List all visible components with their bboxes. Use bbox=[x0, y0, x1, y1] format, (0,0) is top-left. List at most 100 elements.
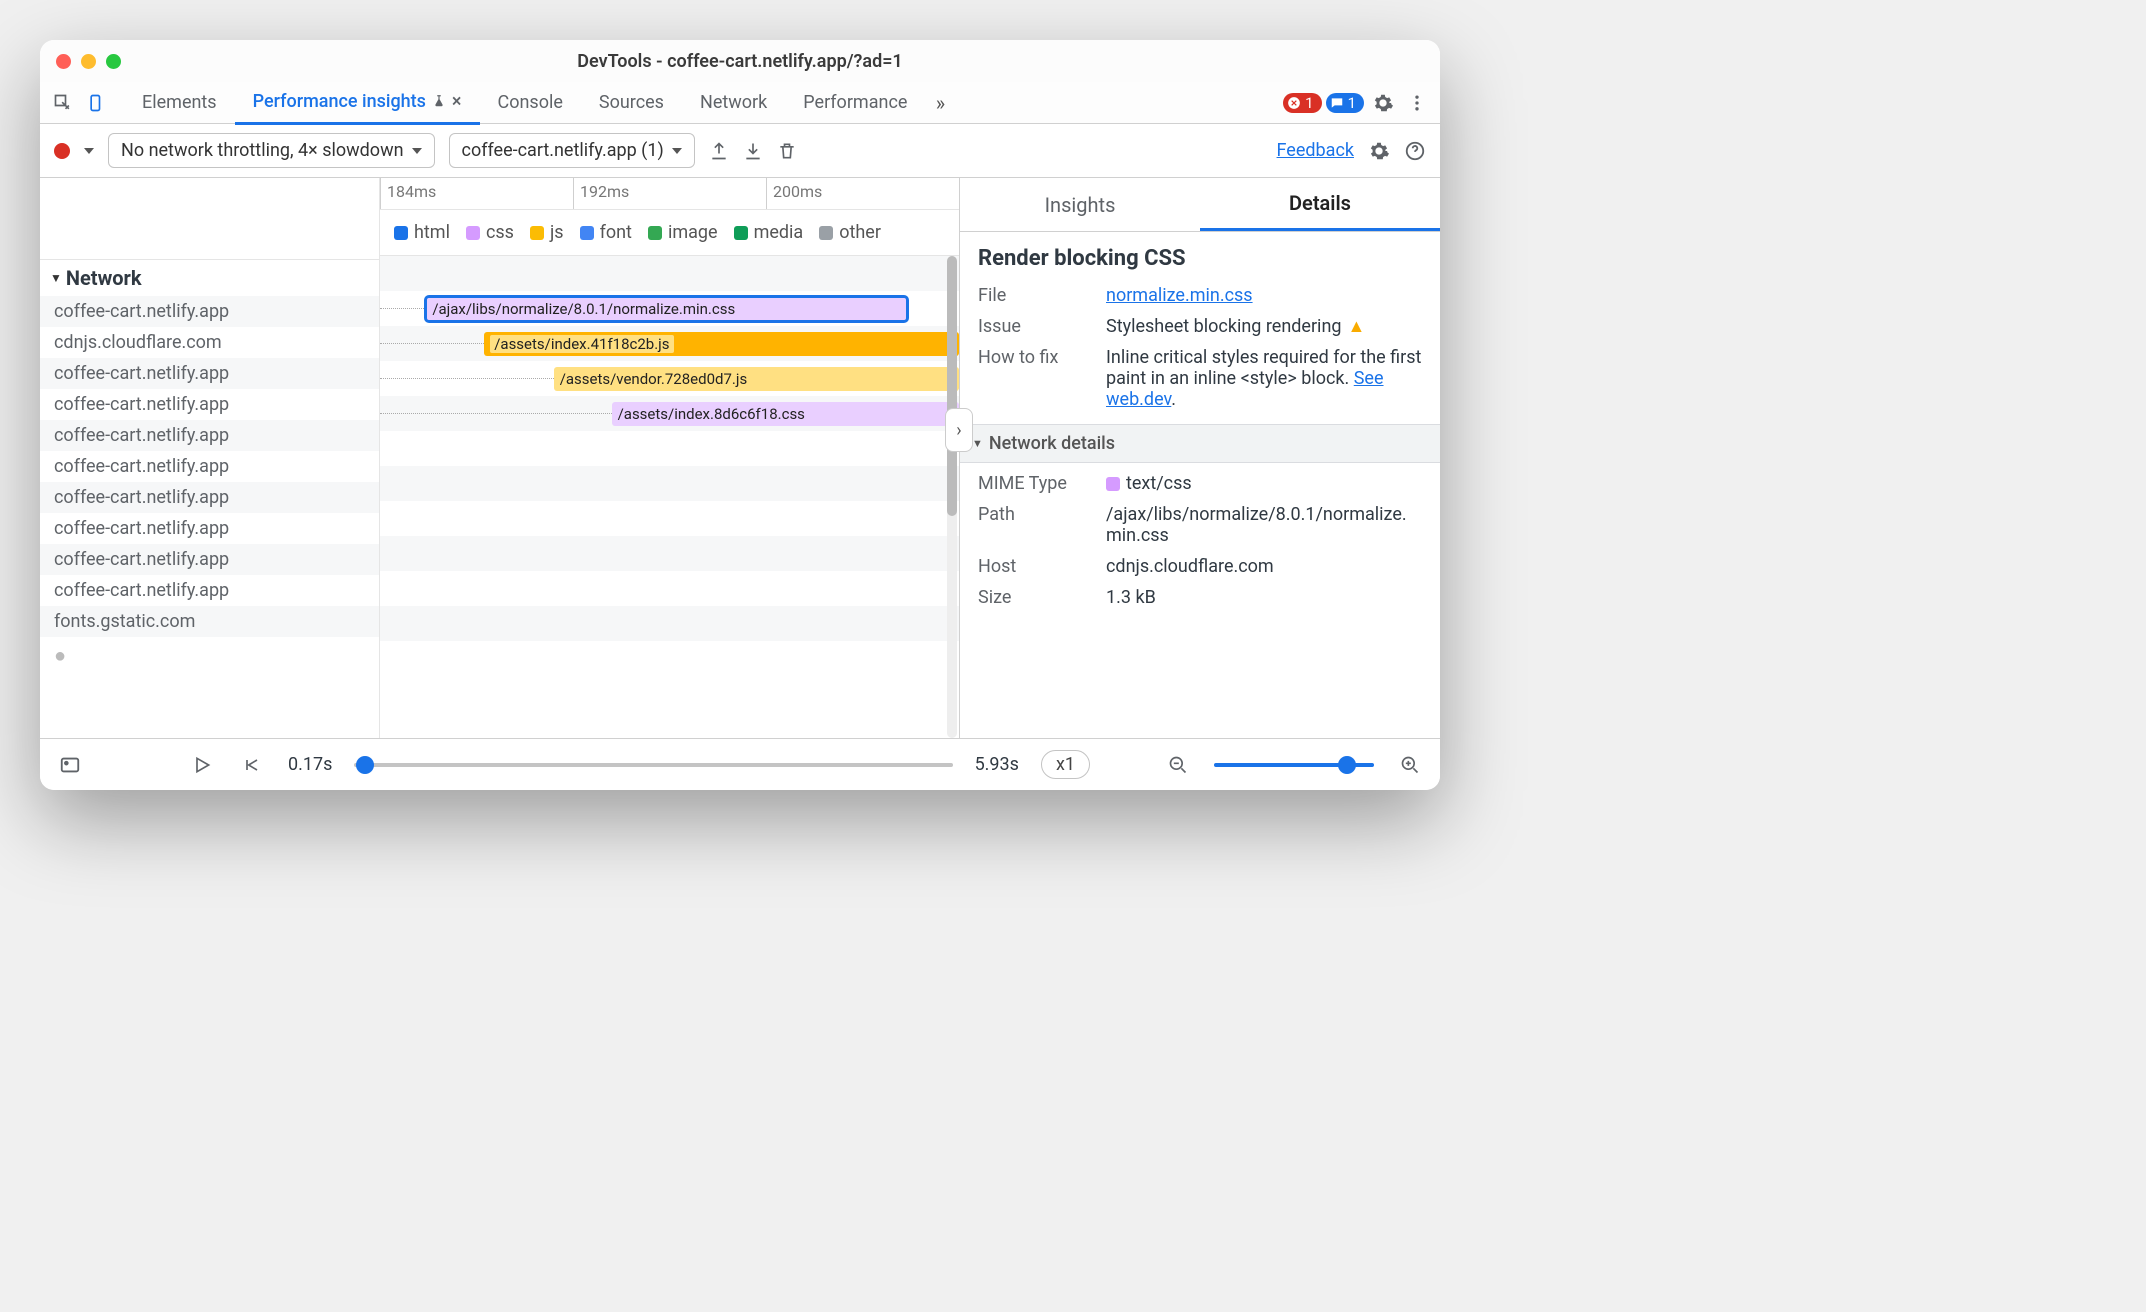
network-details-header[interactable]: Network details bbox=[960, 424, 1440, 463]
ruler-tick: 200ms bbox=[766, 178, 959, 209]
size-label: Size bbox=[978, 587, 1088, 608]
host-row[interactable]: coffee-cart.netlify.app bbox=[40, 296, 379, 327]
details-title: Render blocking CSS bbox=[978, 246, 1422, 271]
export-icon[interactable] bbox=[709, 141, 729, 161]
fix-label: How to fix bbox=[978, 347, 1088, 368]
device-toggle-icon[interactable] bbox=[82, 88, 112, 118]
track-row: /assets/vendor.728ed0d7.js bbox=[380, 361, 959, 396]
path-label: Path bbox=[978, 504, 1088, 525]
host-value: cdnjs.cloudflare.com bbox=[1106, 556, 1422, 577]
more-tabs-icon[interactable]: » bbox=[925, 88, 955, 118]
track-row: /assets/index.8d6c6f18.css bbox=[380, 396, 959, 431]
legend-html[interactable]: html bbox=[394, 222, 450, 243]
host-row[interactable]: coffee-cart.netlify.app bbox=[40, 358, 379, 389]
target-dropdown[interactable]: coffee-cart.netlify.app (1) bbox=[449, 133, 695, 168]
size-value: 1.3 kB bbox=[1106, 587, 1422, 608]
zoom-out-icon[interactable] bbox=[1164, 751, 1192, 779]
track-row bbox=[380, 571, 959, 606]
tab-performance-insights[interactable]: Performance insights × bbox=[235, 81, 480, 125]
legend-media[interactable]: media bbox=[734, 222, 804, 243]
host-row[interactable]: coffee-cart.netlify.app bbox=[40, 575, 379, 606]
errors-badge[interactable]: 1 bbox=[1283, 93, 1321, 113]
insights-toolbar: No network throttling, 4× slowdown coffe… bbox=[40, 124, 1440, 178]
minimize-icon[interactable] bbox=[81, 54, 96, 69]
host-row[interactable]: coffee-cart.netlify.app bbox=[40, 420, 379, 451]
track-row bbox=[380, 536, 959, 571]
fullscreen-icon[interactable] bbox=[106, 54, 121, 69]
close-tab-icon[interactable]: × bbox=[452, 91, 462, 112]
host-row[interactable]: coffee-cart.netlify.app bbox=[40, 451, 379, 482]
record-button[interactable] bbox=[54, 143, 70, 159]
file-link[interactable]: normalize.min.css bbox=[1106, 285, 1253, 306]
tab-performance[interactable]: Performance bbox=[785, 82, 925, 123]
file-label: File bbox=[978, 285, 1088, 306]
titlebar: DevTools - coffee-cart.netlify.app/?ad=1 bbox=[40, 40, 1440, 82]
zoom-in-icon[interactable] bbox=[1396, 751, 1424, 779]
request-bar-normalize-css[interactable]: /ajax/libs/normalize/8.0.1/normalize.min… bbox=[426, 297, 907, 321]
window-title: DevTools - coffee-cart.netlify.app/?ad=1 bbox=[577, 51, 902, 72]
network-tracks[interactable]: /ajax/libs/normalize/8.0.1/normalize.min… bbox=[380, 256, 959, 738]
request-bar-vendor-js[interactable]: /assets/vendor.728ed0d7.js bbox=[554, 367, 959, 391]
time-slider[interactable] bbox=[354, 763, 952, 767]
legend-font[interactable]: font bbox=[580, 222, 632, 243]
tab-sources[interactable]: Sources bbox=[581, 82, 682, 123]
track-row bbox=[380, 606, 959, 641]
help-icon[interactable] bbox=[1404, 140, 1426, 162]
throttle-dropdown[interactable]: No network throttling, 4× slowdown bbox=[108, 133, 435, 168]
panel-tabs: Elements Performance insights × Console … bbox=[124, 81, 955, 125]
tab-network[interactable]: Network bbox=[682, 82, 785, 123]
host-row[interactable]: coffee-cart.netlify.app bbox=[40, 544, 379, 575]
issue-text: Stylesheet blocking rendering bbox=[1106, 316, 1342, 337]
track-row: /assets/index.41f18c2b.js bbox=[380, 326, 959, 361]
host-label: Host bbox=[978, 556, 1088, 577]
details-tabs: Insights Details bbox=[960, 178, 1440, 232]
rewind-icon[interactable] bbox=[238, 751, 266, 779]
playback-toolbar: 0.17s 5.93s x1 bbox=[40, 738, 1440, 790]
messages-badge[interactable]: 1 bbox=[1326, 93, 1364, 113]
panel-settings-icon[interactable] bbox=[1368, 140, 1390, 162]
zoom-slider[interactable] bbox=[1214, 763, 1374, 767]
import-icon[interactable] bbox=[743, 141, 763, 161]
issue-label: Issue bbox=[978, 316, 1088, 337]
play-icon[interactable] bbox=[188, 751, 216, 779]
toggle-drawer-icon[interactable] bbox=[56, 751, 84, 779]
mime-value: text/css bbox=[1126, 473, 1192, 494]
request-bar-index-css[interactable]: /assets/index.8d6c6f18.css bbox=[612, 402, 959, 426]
playback-speed[interactable]: x1 bbox=[1041, 750, 1090, 779]
track-row bbox=[380, 466, 959, 501]
time-ruler[interactable]: 184ms 192ms 200ms bbox=[380, 178, 959, 210]
host-row[interactable]: cdnjs.cloudflare.com bbox=[40, 327, 379, 358]
ruler-tick: 184ms bbox=[380, 178, 573, 209]
network-section-title[interactable]: Network bbox=[40, 260, 379, 296]
expand-sidebar-handle[interactable]: › bbox=[945, 408, 973, 452]
host-list: coffee-cart.netlify.app cdnjs.cloudflare… bbox=[40, 296, 379, 637]
tab-details[interactable]: Details bbox=[1200, 178, 1440, 231]
host-row[interactable]: coffee-cart.netlify.app bbox=[40, 389, 379, 420]
feedback-link[interactable]: Feedback bbox=[1277, 140, 1354, 161]
main-content: Network coffee-cart.netlify.app cdnjs.cl… bbox=[40, 178, 1440, 738]
record-menu-icon[interactable] bbox=[84, 148, 94, 154]
time-end: 5.93s bbox=[975, 754, 1019, 775]
request-bar-index-js[interactable]: /assets/index.41f18c2b.js bbox=[484, 332, 959, 356]
inspect-icon[interactable] bbox=[48, 88, 78, 118]
close-icon[interactable] bbox=[56, 54, 71, 69]
tab-insights[interactable]: Insights bbox=[960, 178, 1200, 231]
devtools-tabstrip: Elements Performance insights × Console … bbox=[40, 82, 1440, 124]
tab-elements[interactable]: Elements bbox=[124, 82, 235, 123]
legend-css[interactable]: css bbox=[466, 222, 514, 243]
vertical-scrollbar[interactable] bbox=[947, 256, 957, 738]
ruler-tick: 192ms bbox=[573, 178, 766, 209]
delete-icon[interactable] bbox=[777, 141, 797, 161]
legend-js[interactable]: js bbox=[530, 222, 564, 243]
host-row[interactable]: coffee-cart.netlify.app bbox=[40, 482, 379, 513]
legend-other[interactable]: other bbox=[819, 222, 881, 243]
mime-swatch-icon bbox=[1106, 477, 1120, 491]
settings-icon[interactable] bbox=[1368, 88, 1398, 118]
kebab-menu-icon[interactable] bbox=[1402, 88, 1432, 118]
tab-console[interactable]: Console bbox=[480, 82, 581, 123]
legend-image[interactable]: image bbox=[648, 222, 718, 243]
mime-label: MIME Type bbox=[978, 473, 1088, 494]
devtools-window: DevTools - coffee-cart.netlify.app/?ad=1… bbox=[40, 40, 1440, 790]
host-row[interactable]: coffee-cart.netlify.app bbox=[40, 513, 379, 544]
host-row[interactable]: fonts.gstatic.com bbox=[40, 606, 379, 637]
